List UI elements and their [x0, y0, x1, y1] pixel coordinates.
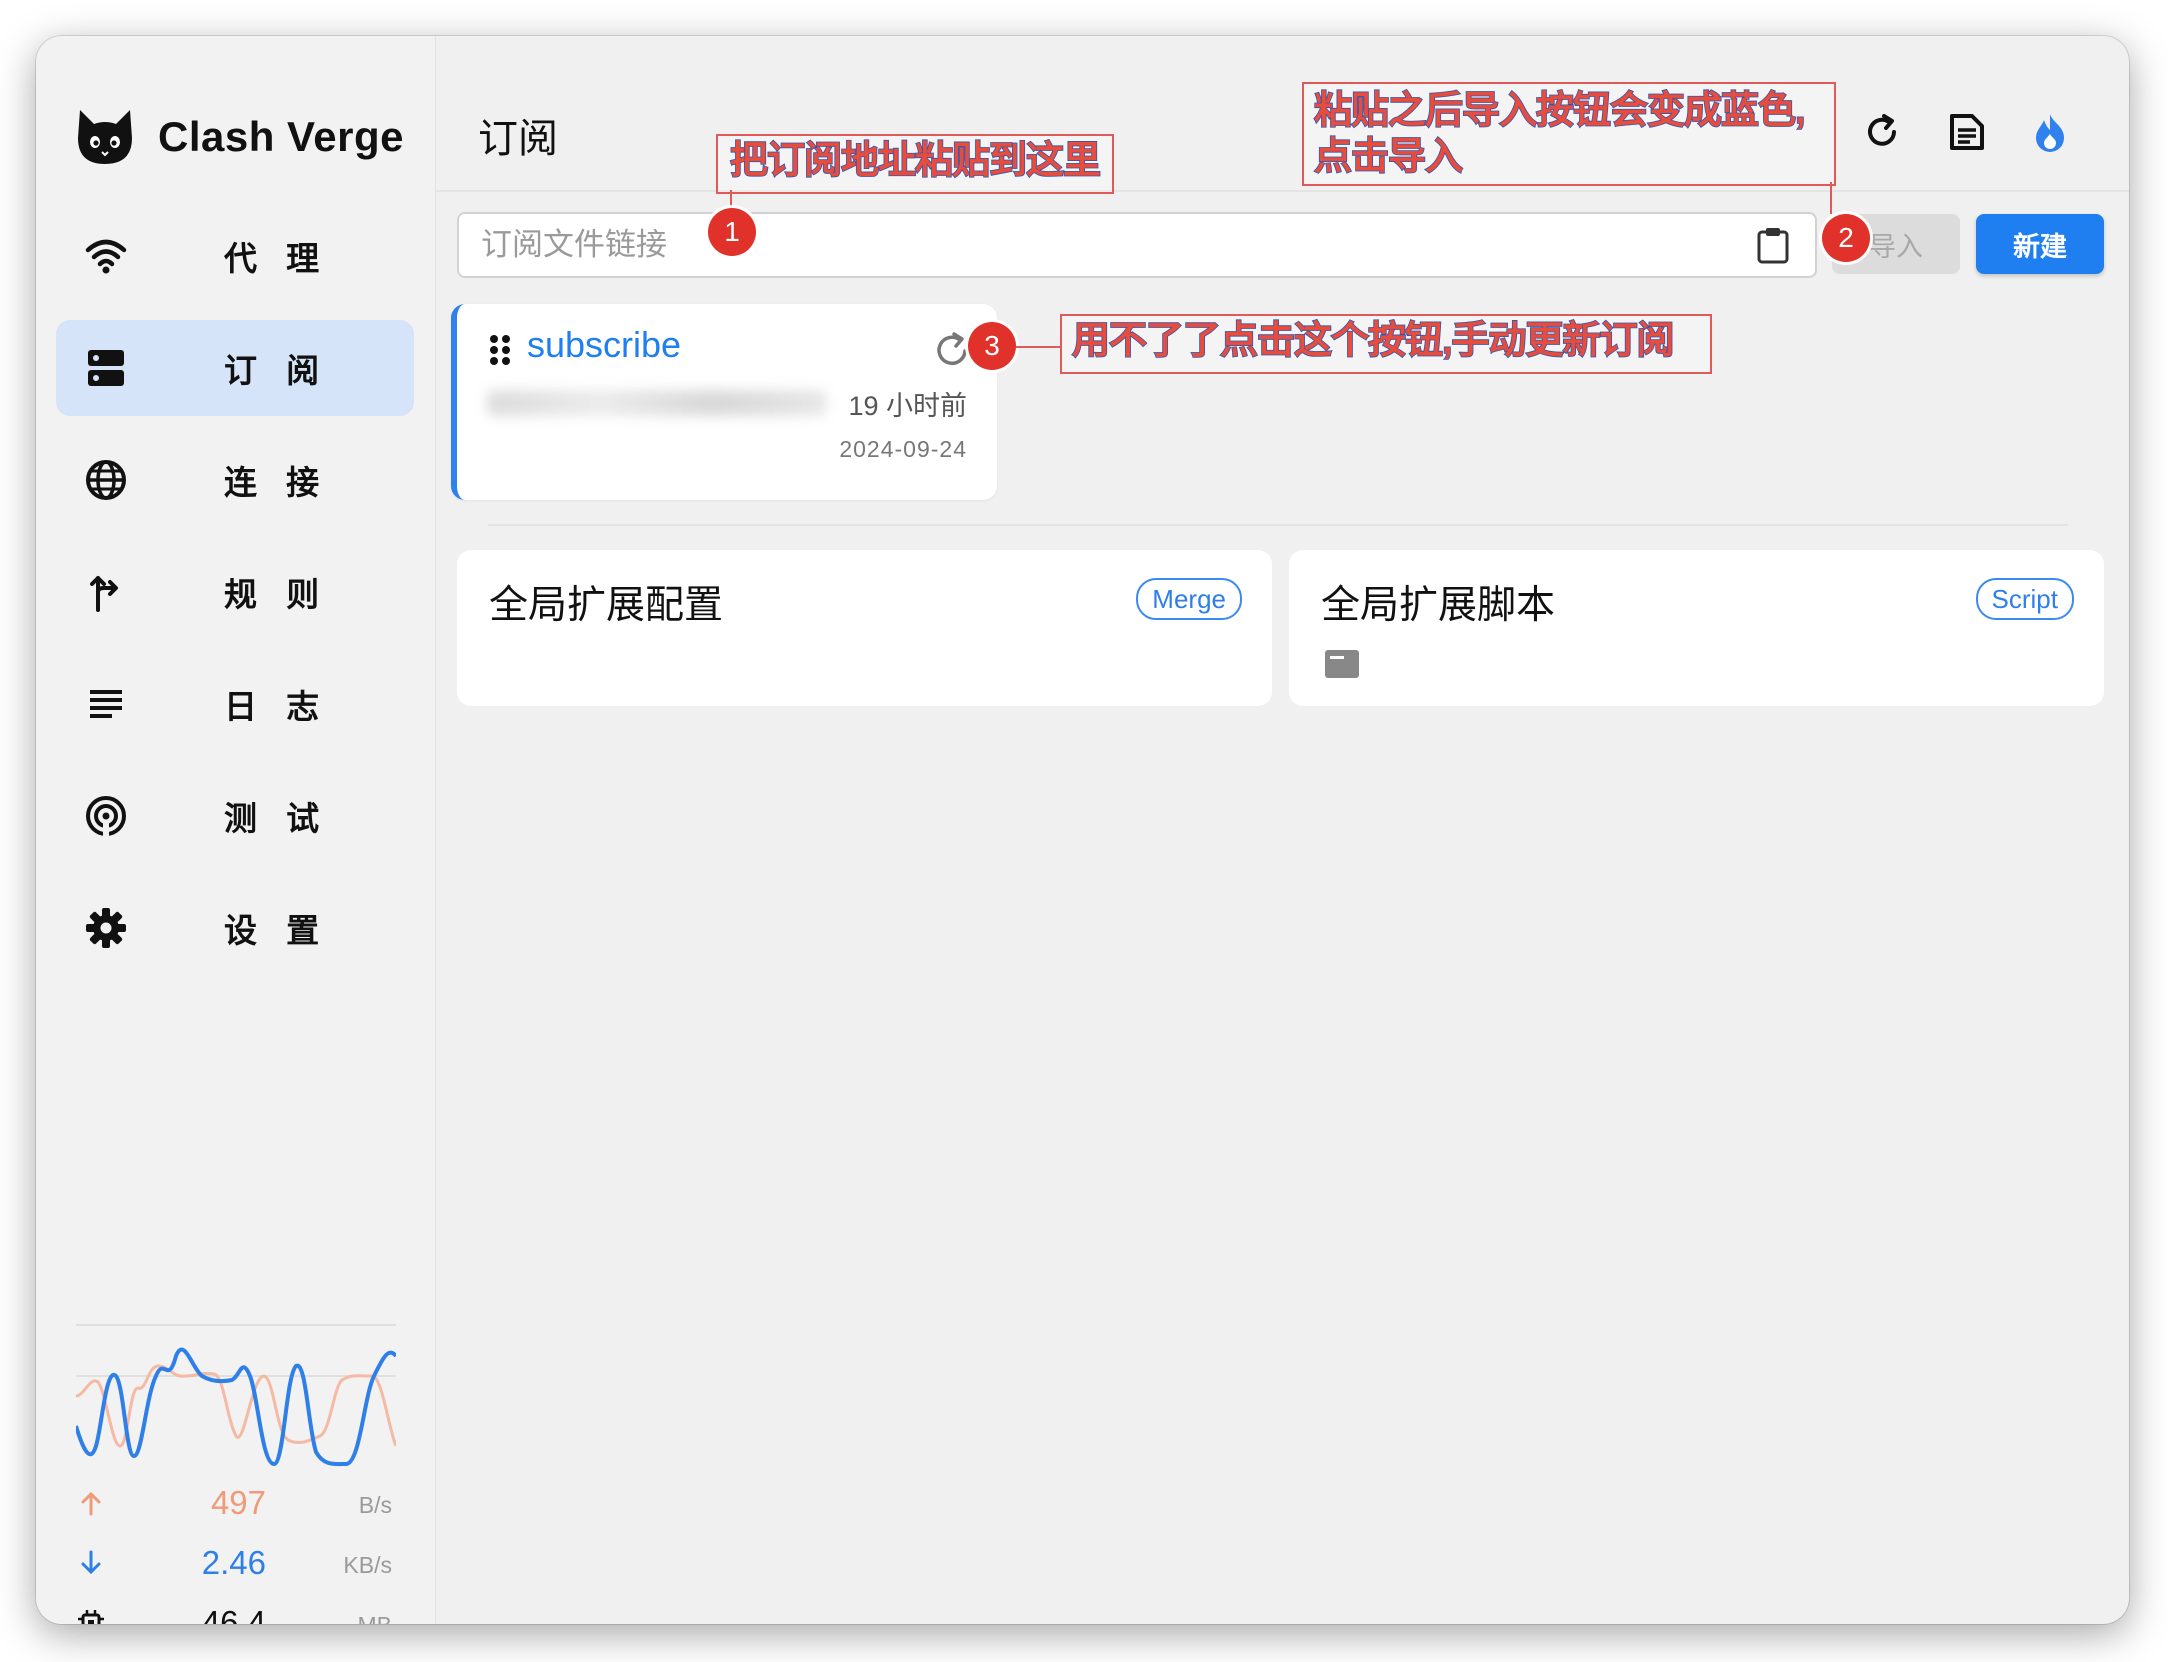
globe-icon	[84, 458, 128, 502]
annotation-3-line	[1016, 346, 1060, 348]
annotation-2-line1: 粘贴之后导入按钮会变成蓝色,	[1313, 89, 1806, 133]
sidebar: Clash Verge 代 理 订 阅 连 接 规 则 日 志 测 试 设 置 …	[36, 36, 436, 1624]
drag-handle-icon[interactable]	[489, 334, 511, 366]
upload-unit: B/s	[358, 1492, 392, 1518]
annotation-1-badge: 1	[708, 208, 756, 256]
script-chip: Script	[1975, 578, 2074, 620]
list-icon	[84, 682, 128, 726]
gear-icon	[84, 906, 128, 950]
sidebar-divider	[76, 1324, 396, 1326]
app-window: Clash Verge 代 理 订 阅 连 接 规 则 日 志 测 试 设 置 …	[36, 36, 2129, 1624]
section-divider	[488, 524, 2068, 526]
download-speed: 2.46	[201, 1544, 266, 1581]
sidebar-item-test[interactable]: 测 试	[56, 768, 414, 864]
upload-stat: 497 B/s	[76, 1480, 396, 1530]
memory-stat: 46.4 MB	[76, 1600, 396, 1624]
profile-url-blurred	[487, 390, 827, 416]
download-unit: KB/s	[343, 1552, 392, 1578]
sidebar-item-label: 代 理	[224, 240, 330, 277]
sidebar-item-label: 测 试	[224, 800, 330, 837]
download-stat: 2.46 KB/s	[76, 1540, 396, 1590]
merge-title: 全局扩展配置	[489, 584, 724, 627]
reactivate-button[interactable]	[2026, 108, 2074, 156]
annotation-2-line2: 点击导入	[1313, 135, 1464, 179]
refresh-all-button[interactable]	[1858, 108, 1906, 156]
page-header: 订阅	[436, 36, 2129, 192]
wifi-icon	[84, 234, 128, 278]
memory-unit: MB	[358, 1612, 393, 1624]
traffic-graph	[76, 1347, 396, 1467]
script-card[interactable]: 全局扩展脚本 Script	[1289, 550, 2104, 706]
update-profile-icon[interactable]	[932, 330, 972, 370]
clipboard-icon[interactable]	[1755, 226, 1791, 264]
new-profile-button[interactable]: 新建	[1976, 214, 2104, 274]
cat-logo-icon	[78, 110, 132, 164]
document-icon	[1950, 114, 1984, 150]
main-content: 订阅 订阅文件链接 导入 新建 subscribe 19 小时前 2024-09…	[436, 36, 2129, 1624]
annotation-3-badge: 3	[968, 322, 1016, 370]
script-file-icon	[1325, 650, 1359, 678]
sidebar-item-connections[interactable]: 连 接	[56, 432, 414, 528]
annotation-1-text: 把订阅地址粘贴到这里	[729, 139, 1102, 183]
chip-icon	[78, 1610, 104, 1624]
refresh-icon	[1868, 114, 1896, 146]
subscription-url-field[interactable]	[457, 212, 1817, 278]
script-title: 全局扩展脚本	[1321, 584, 1556, 627]
arrow-down-icon	[81, 1550, 101, 1575]
sidebar-item-label: 设 置	[224, 912, 330, 949]
fork-icon	[84, 570, 128, 614]
merge-chip: Merge	[1136, 578, 1242, 620]
sidebar-item-label: 连 接	[224, 464, 330, 501]
annotation-2-line	[1830, 182, 1832, 214]
memory-usage: 46.4	[201, 1604, 266, 1624]
upload-speed: 497	[210, 1484, 266, 1521]
server-icon	[84, 346, 128, 390]
page-title: 订阅	[478, 117, 558, 161]
profile-name: subscribe	[527, 324, 682, 365]
radar-icon	[84, 794, 128, 838]
arrow-up-icon	[81, 1491, 101, 1516]
sidebar-item-label: 规 则	[224, 576, 330, 613]
sidebar-item-logs[interactable]: 日 志	[56, 656, 414, 752]
window-bottom-edge	[36, 1624, 2129, 1638]
profile-date: 2024-09-24	[839, 436, 967, 462]
sidebar-item-profiles[interactable]: 订 阅	[56, 320, 414, 416]
annotation-2-badge: 2	[1822, 214, 1870, 262]
profile-updated-time: 19 小时前	[848, 391, 967, 421]
view-config-button[interactable]	[1942, 108, 1990, 156]
sidebar-item-proxy[interactable]: 代 理	[56, 208, 414, 304]
annotation-3-text: 用不了了点击这个按钮,手动更新订阅	[1071, 319, 1675, 363]
app-name: Clash Verge	[158, 113, 404, 160]
sidebar-item-settings[interactable]: 设 置	[56, 880, 414, 976]
app-logo: Clash Verge	[74, 106, 404, 168]
merge-card[interactable]: 全局扩展配置 Merge	[457, 550, 1272, 706]
sidebar-item-label: 日 志	[224, 688, 330, 725]
profile-card[interactable]: subscribe 19 小时前 2024-09-24	[451, 304, 997, 500]
subscription-url-input[interactable]	[479, 222, 1723, 268]
sidebar-item-label: 订 阅	[224, 352, 330, 389]
fire-icon	[2036, 114, 2064, 152]
sidebar-item-rules[interactable]: 规 则	[56, 544, 414, 640]
